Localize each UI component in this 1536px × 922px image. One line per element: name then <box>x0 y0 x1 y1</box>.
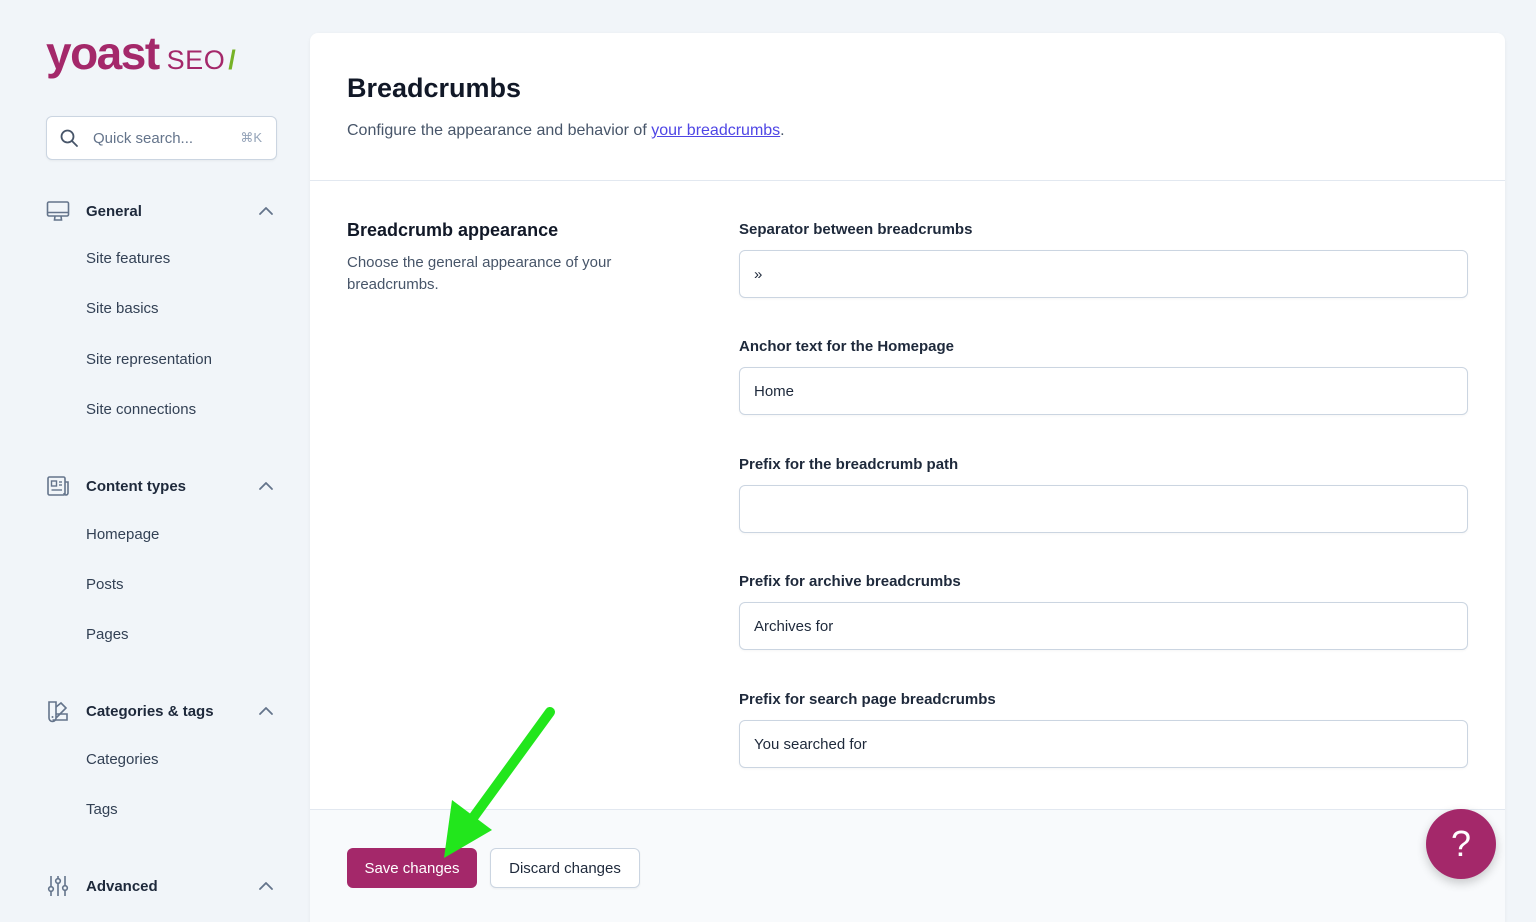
section-title: Breadcrumb appearance <box>347 220 559 240</box>
save-changes-button[interactable]: Save changes <box>347 848 477 888</box>
logo-slash: / <box>228 45 236 75</box>
separator-field: Separator between breadcrumbs » <box>739 220 1468 298</box>
field-label: Prefix for search page breadcrumbs <box>739 691 996 708</box>
homepage-anchor-input[interactable]: Home <box>739 367 1468 415</box>
logo-product: SEO <box>166 45 226 75</box>
chevron-up-icon <box>257 702 275 720</box>
sidebar-item-site-representation[interactable]: Site representation <box>86 351 212 368</box>
path-prefix-field: Prefix for the breadcrumb path <box>739 455 1468 533</box>
chevron-up-icon <box>257 877 275 895</box>
search-prefix-field: Prefix for search page breadcrumbs You s… <box>739 690 1468 768</box>
homepage-anchor-field: Anchor text for the Homepage Home <box>739 337 1468 415</box>
page-title: Breadcrumbs <box>347 73 522 103</box>
nav-group-general-toggle[interactable]: General <box>46 196 277 226</box>
adjustments-icon <box>46 874 70 898</box>
nav-group-label: General <box>86 202 142 220</box>
color-swatch-icon <box>46 699 70 723</box>
section-description: Choose the general appearance of your br… <box>347 254 612 293</box>
yoast-seo-logo[interactable]: yoast SEO / <box>46 30 236 76</box>
sidebar: yoast SEO / Quick search... ⌘K General S… <box>0 0 310 922</box>
breadcrumbs-help-link[interactable]: your breadcrumbs <box>651 122 780 139</box>
separator-input[interactable]: » <box>739 250 1468 298</box>
path-prefix-input[interactable] <box>739 485 1468 533</box>
field-label: Separator between breadcrumbs <box>739 221 973 238</box>
sidebar-item-tags[interactable]: Tags <box>86 801 118 818</box>
archive-prefix-input[interactable]: Archives for <box>739 602 1468 650</box>
sidebar-item-site-connections[interactable]: Site connections <box>86 401 196 418</box>
nav-group-content-types-toggle[interactable]: Content types <box>46 471 277 501</box>
desktop-icon <box>46 199 70 223</box>
search-icon <box>60 129 78 147</box>
nav-group-general: General Site features Site basics Site r… <box>46 196 277 418</box>
field-label: Anchor text for the Homepage <box>739 338 955 355</box>
settings-card: Breadcrumbs Configure the appearance and… <box>310 33 1505 922</box>
page-description-suffix: . <box>780 122 785 139</box>
chevron-up-icon <box>257 477 275 495</box>
search-shortcut: ⌘K <box>240 130 262 145</box>
nav-group-advanced: Advanced <box>46 871 277 901</box>
card-header: Breadcrumbs Configure the appearance and… <box>310 33 1505 181</box>
newspaper-icon <box>46 474 70 498</box>
sidebar-item-homepage[interactable]: Homepage <box>86 526 159 543</box>
search-prefix-input[interactable]: You searched for <box>739 720 1468 768</box>
sidebar-item-categories[interactable]: Categories <box>86 751 159 768</box>
chevron-up-icon <box>257 202 275 220</box>
nav-group-label: Advanced <box>86 877 158 895</box>
page-description: Configure the appearance and behavior of… <box>347 122 785 140</box>
sidebar-item-posts[interactable]: Posts <box>86 576 124 593</box>
archive-prefix-field: Prefix for archive breadcrumbs Archives … <box>739 572 1468 650</box>
nav-group-categories-tags-toggle[interactable]: Categories & tags <box>46 696 277 726</box>
sidebar-item-site-features[interactable]: Site features <box>86 250 170 267</box>
page-description-text: Configure the appearance and behavior of <box>347 122 652 139</box>
nav-group-categories-tags: Categories & tags Categories Tags <box>46 696 277 818</box>
field-label: Prefix for the breadcrumb path <box>739 456 959 473</box>
quick-search-input[interactable]: Quick search... ⌘K <box>46 116 277 160</box>
logo-wordmark: yoast <box>46 27 160 79</box>
nav-group-content-types: Content types Homepage Posts Pages <box>46 471 277 643</box>
help-button[interactable]: ? <box>1426 809 1496 879</box>
discard-changes-button[interactable]: Discard changes <box>490 848 640 888</box>
sidebar-item-pages[interactable]: Pages <box>86 626 129 643</box>
sidebar-item-site-basics[interactable]: Site basics <box>86 300 159 317</box>
nav-group-label: Categories & tags <box>86 702 214 720</box>
search-placeholder: Quick search... <box>93 129 194 147</box>
card-footer: Save changes Discard changes <box>310 809 1505 922</box>
nav-group-advanced-toggle[interactable]: Advanced <box>46 871 277 901</box>
nav-group-label: Content types <box>86 477 187 495</box>
field-label: Prefix for archive breadcrumbs <box>739 573 961 590</box>
